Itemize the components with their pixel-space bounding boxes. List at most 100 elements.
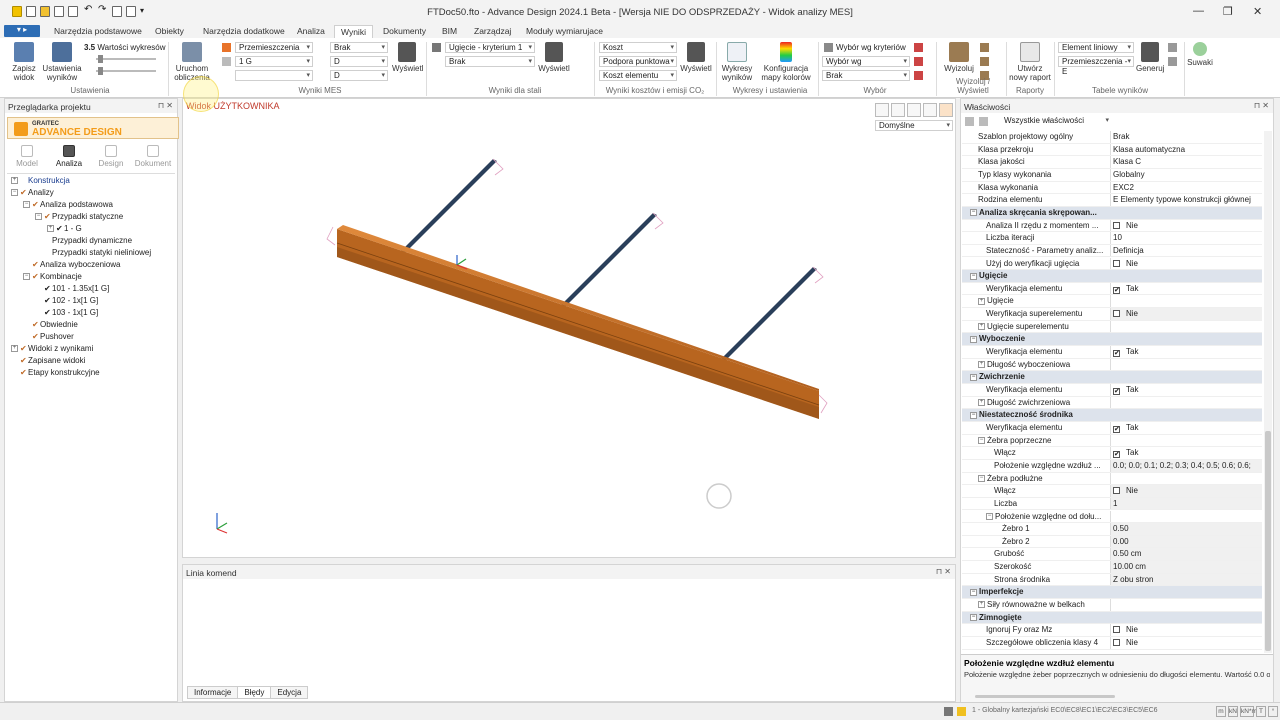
status-icon-1[interactable] xyxy=(944,707,953,716)
tab-moduly-wymiarujace[interactable]: Moduły wymiarujace xyxy=(526,25,603,38)
main-steel-beam[interactable] xyxy=(326,225,828,419)
property-row[interactable]: Liczba 1 xyxy=(962,497,1262,511)
generate-table-button[interactable]: Generuj xyxy=(1136,42,1164,73)
property-row[interactable]: − Położenie względne od dołu... xyxy=(962,510,1262,524)
property-category[interactable]: − Imperfekcje xyxy=(962,586,1262,600)
tree-expander-icon[interactable]: − xyxy=(23,201,30,209)
property-value[interactable]: Tak xyxy=(1126,448,1138,457)
property-row[interactable]: Rodzina elementu E Elementy typowe konstr… xyxy=(962,194,1262,207)
tab-wyniki[interactable]: Wyniki xyxy=(334,25,373,38)
property-value[interactable]: Tak xyxy=(1126,284,1138,293)
table-icon-1[interactable] xyxy=(1168,43,1177,52)
property-expander-icon[interactable]: + xyxy=(978,601,985,609)
property-row[interactable]: Szerokość 10.00 cm xyxy=(962,561,1262,574)
property-value[interactable]: Nie xyxy=(1126,638,1138,647)
property-value[interactable]: Klasa C xyxy=(1113,157,1141,166)
property-row[interactable]: + Ugięcie xyxy=(962,295,1262,309)
property-expander-icon[interactable]: + xyxy=(978,399,985,407)
property-row[interactable]: Ignoruj Fy oraz Mz Nie xyxy=(962,624,1262,637)
tree-expander-icon[interactable]: − xyxy=(23,273,30,281)
property-expander-icon[interactable]: − xyxy=(978,474,985,482)
steel-criteria-dropdown[interactable]: Ugięcie - kryterium 1 xyxy=(445,42,535,53)
tab-informacje[interactable]: Informacje xyxy=(187,686,239,699)
property-row[interactable]: Weryfikacja elementu ✔ Tak xyxy=(962,346,1262,359)
tree-item[interactable]: ✔Zapisane widoki xyxy=(11,356,85,365)
property-checkbox[interactable]: ✔ xyxy=(1113,425,1120,433)
select-by-criteria-label[interactable]: Wybór wg kryteriów xyxy=(836,43,906,52)
unit-force[interactable]: kN xyxy=(1228,706,1238,717)
property-expander-icon[interactable]: − xyxy=(986,512,993,520)
tree-item[interactable]: − ✔Przypadki statyczne xyxy=(35,212,123,221)
property-checkbox[interactable] xyxy=(1113,259,1120,267)
property-checkbox[interactable] xyxy=(1113,221,1120,229)
property-row[interactable]: Włącz Nie xyxy=(962,485,1262,498)
tab-bim[interactable]: BIM xyxy=(442,25,457,38)
tree-expander-icon[interactable]: − xyxy=(11,189,18,197)
property-row[interactable]: Weryfikacja elementu ✔ Tak xyxy=(962,421,1262,435)
property-category[interactable]: − Niestateczność środnika xyxy=(962,409,1262,422)
property-expander-icon[interactable]: + xyxy=(978,297,985,305)
property-row[interactable]: Szablon projektowy ogólny Brak xyxy=(962,131,1262,144)
tree-item[interactable]: ✔102 - 1x[1 G] xyxy=(35,296,98,305)
minimize-icon[interactable]: — xyxy=(1193,5,1204,17)
tree-item[interactable]: Przypadki dynamiczne xyxy=(35,236,132,245)
property-row[interactable]: Położenie względne wzdłuż ... 0.0; 0.0; 0… xyxy=(962,459,1262,473)
secondary-beam-3[interactable] xyxy=(721,266,824,361)
isolate-button[interactable]: Wyizoluj xyxy=(942,42,976,73)
property-category[interactable]: − Zwichrzenie xyxy=(962,371,1262,384)
select-by-dropdown[interactable]: Wybór wg xyxy=(822,56,910,67)
restore-icon[interactable]: ❐ xyxy=(1223,5,1233,18)
property-category[interactable]: − Ugięcie xyxy=(962,270,1262,283)
steel-secondary-dropdown[interactable]: Brak xyxy=(445,56,535,67)
cost-support-dropdown[interactable]: Podpora punktowa xyxy=(599,56,677,67)
tree-item[interactable]: − ✔Analizy xyxy=(11,188,54,197)
property-row[interactable]: − Żebra podłużne xyxy=(962,472,1262,486)
sliders-button[interactable]: Suwaki xyxy=(1186,42,1214,67)
property-expander-icon[interactable]: − xyxy=(978,436,985,444)
property-row[interactable]: Włącz ✔ Tak xyxy=(962,447,1262,460)
direction-dropdown-1[interactable]: D xyxy=(330,56,388,67)
show-mes-results-button[interactable]: Wyświetl xyxy=(392,42,423,73)
property-checkbox[interactable] xyxy=(1113,310,1120,318)
table-element-dropdown[interactable]: Element liniowy xyxy=(1058,42,1134,53)
property-value[interactable]: Klasa automatyczna xyxy=(1113,145,1185,154)
tree-item[interactable]: Przypadki statyki nieliniowej xyxy=(35,248,151,257)
tree-expander-icon[interactable]: + xyxy=(11,345,18,353)
unit-angle[interactable]: ° xyxy=(1268,706,1278,717)
property-row[interactable]: Grubość 0.50 cm xyxy=(962,548,1262,562)
nav-model[interactable]: Model xyxy=(7,145,47,168)
graph-values-slider-2[interactable] xyxy=(96,67,156,75)
property-value[interactable]: Tak xyxy=(1126,385,1138,394)
property-value[interactable]: 10 xyxy=(1113,233,1122,242)
select-clear-icon[interactable] xyxy=(914,43,923,52)
categorized-icon[interactable] xyxy=(965,117,974,126)
property-expander-icon[interactable]: + xyxy=(978,361,985,369)
property-value[interactable]: Definicja xyxy=(1113,246,1144,255)
property-value[interactable]: Nie xyxy=(1126,486,1138,495)
secondary-beam-1[interactable] xyxy=(401,158,504,253)
property-row[interactable]: + Długość wyboczeniowa xyxy=(962,358,1262,372)
alphabetical-icon[interactable] xyxy=(979,117,988,126)
property-checkbox[interactable]: ✔ xyxy=(1113,350,1120,358)
property-category[interactable]: − Analiza skręcania skrępowan... xyxy=(962,206,1262,220)
property-row[interactable]: Żebro 1 0.50 xyxy=(962,523,1262,536)
tree-item[interactable]: ✔Obwiednie xyxy=(23,320,78,329)
property-row[interactable]: Analiza II rzędu z momentem ... Nie xyxy=(962,219,1262,233)
property-row[interactable]: Strona środnika Z obu stron xyxy=(962,573,1262,587)
property-row[interactable]: Żebro 2 0.00 xyxy=(962,535,1262,549)
tree-item[interactable]: − ✔Kombinacje xyxy=(23,272,82,281)
property-row[interactable]: Liczba iteracji 10 xyxy=(962,232,1262,245)
property-checkbox[interactable] xyxy=(1113,487,1120,495)
property-checkbox[interactable]: ✔ xyxy=(1113,286,1120,294)
property-row[interactable]: Użyj do weryfikacji ugięcia Nie xyxy=(962,257,1262,271)
property-value[interactable]: Tak xyxy=(1126,347,1138,356)
property-scrollbar[interactable] xyxy=(1264,131,1272,653)
property-expander-icon[interactable]: − xyxy=(970,614,977,622)
nav-analiza[interactable]: Analiza xyxy=(49,145,89,168)
property-value[interactable]: E Elementy typowe konstrukcji głównej xyxy=(1113,195,1251,204)
select-apply-icon[interactable] xyxy=(914,57,923,66)
property-value[interactable]: Globalny xyxy=(1113,170,1145,179)
tree-item[interactable]: ✔101 - 1.35x[1 G] xyxy=(35,284,109,293)
property-value[interactable]: 0.50 xyxy=(1113,524,1129,533)
property-expander-icon[interactable]: − xyxy=(970,209,977,217)
